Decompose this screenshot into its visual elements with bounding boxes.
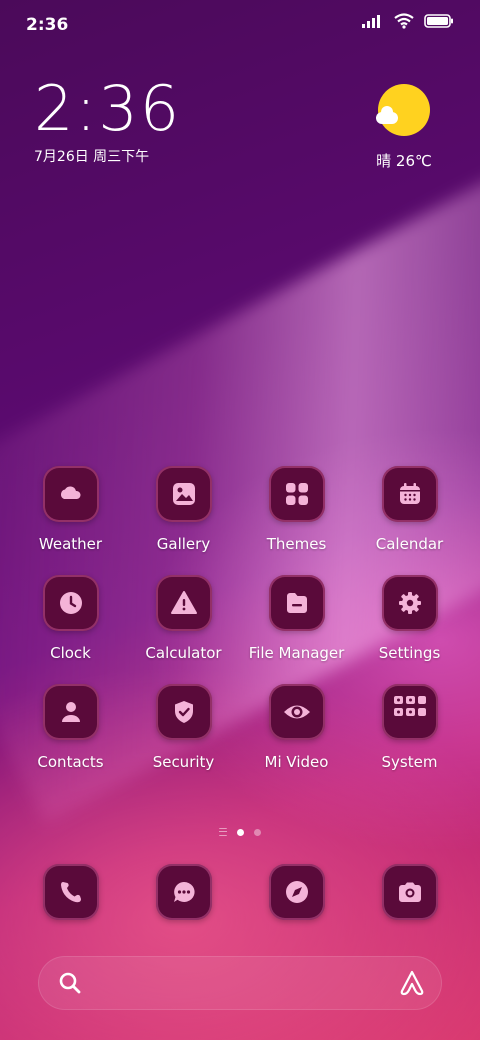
folder-grid-icon: [381, 684, 438, 740]
clock-widget[interactable]: 2:36 7月26日 周三下午: [34, 76, 181, 166]
app-security[interactable]: Security: [127, 684, 240, 771]
eye-icon: [268, 684, 325, 740]
app-label: Contacts: [37, 753, 104, 771]
app-gallery[interactable]: Gallery: [127, 466, 240, 553]
assistant-icon[interactable]: [398, 969, 426, 997]
app-weather[interactable]: Weather: [14, 466, 127, 553]
app-label: Clock: [50, 644, 91, 662]
app-label: Weather: [38, 535, 103, 553]
app-label: Themes: [266, 535, 327, 553]
dock-camera[interactable]: [353, 864, 466, 920]
sunny-cloud-icon: [376, 84, 430, 136]
grid-icon: [268, 466, 325, 522]
shield-check-icon: [155, 684, 212, 740]
wifi-icon: [394, 13, 414, 29]
dock-messages[interactable]: [127, 864, 240, 920]
calendar-icon: [381, 466, 438, 522]
image-icon: [155, 466, 212, 522]
app-calendar[interactable]: Calendar: [353, 466, 466, 553]
phone-icon: [42, 864, 99, 920]
app-mi-video[interactable]: Mi Video: [240, 684, 353, 771]
warning-icon: [155, 575, 212, 631]
status-time: 2:36: [26, 15, 69, 35]
status-bar: 2:36: [0, 0, 480, 50]
app-label: Gallery: [156, 535, 211, 553]
camera-icon: [381, 864, 438, 920]
app-settings[interactable]: Settings: [353, 575, 466, 662]
dock-browser[interactable]: [240, 864, 353, 920]
app-file-manager[interactable]: File Manager: [240, 575, 353, 662]
app-label: Calendar: [375, 535, 444, 553]
search-bar[interactable]: [38, 956, 442, 1010]
weather-text: 晴 26℃: [376, 152, 432, 170]
app-contacts[interactable]: Contacts: [14, 684, 127, 771]
app-label: System: [381, 753, 438, 771]
folder-icon: [268, 575, 325, 631]
widget-date: 7月26日 周三下午: [34, 149, 150, 165]
gear-icon: [381, 575, 438, 631]
clock-icon: [42, 575, 99, 631]
app-clock[interactable]: Clock: [14, 575, 127, 662]
page-menu-icon[interactable]: [219, 828, 227, 836]
battery-icon: [424, 14, 453, 28]
dock: [14, 864, 466, 920]
app-calculator[interactable]: Calculator: [127, 575, 240, 662]
page-dot[interactable]: [254, 828, 261, 836]
app-label: Settings: [378, 644, 441, 662]
app-label: Security: [152, 753, 215, 771]
person-icon: [42, 684, 99, 740]
signal-icon: [362, 15, 380, 28]
status-icons: [362, 13, 454, 29]
page-dot-active[interactable]: [237, 828, 244, 836]
app-label: Calculator: [145, 644, 222, 662]
search-icon[interactable]: [58, 971, 82, 995]
app-themes[interactable]: Themes: [240, 466, 353, 553]
app-label: Mi Video: [264, 753, 329, 771]
page-indicator[interactable]: [0, 828, 480, 836]
dock-phone[interactable]: [14, 864, 127, 920]
app-system-folder[interactable]: System: [353, 684, 466, 771]
cloud-icon: [42, 466, 99, 522]
app-grid: Weather Gallery Themes Calendar Clock Ca…: [14, 466, 466, 771]
widget-time: 2:36: [34, 72, 182, 145]
weather-widget[interactable]: 晴 26℃: [364, 80, 444, 171]
compass-icon: [268, 864, 325, 920]
message-icon: [155, 864, 212, 920]
app-label: File Manager: [248, 644, 345, 662]
